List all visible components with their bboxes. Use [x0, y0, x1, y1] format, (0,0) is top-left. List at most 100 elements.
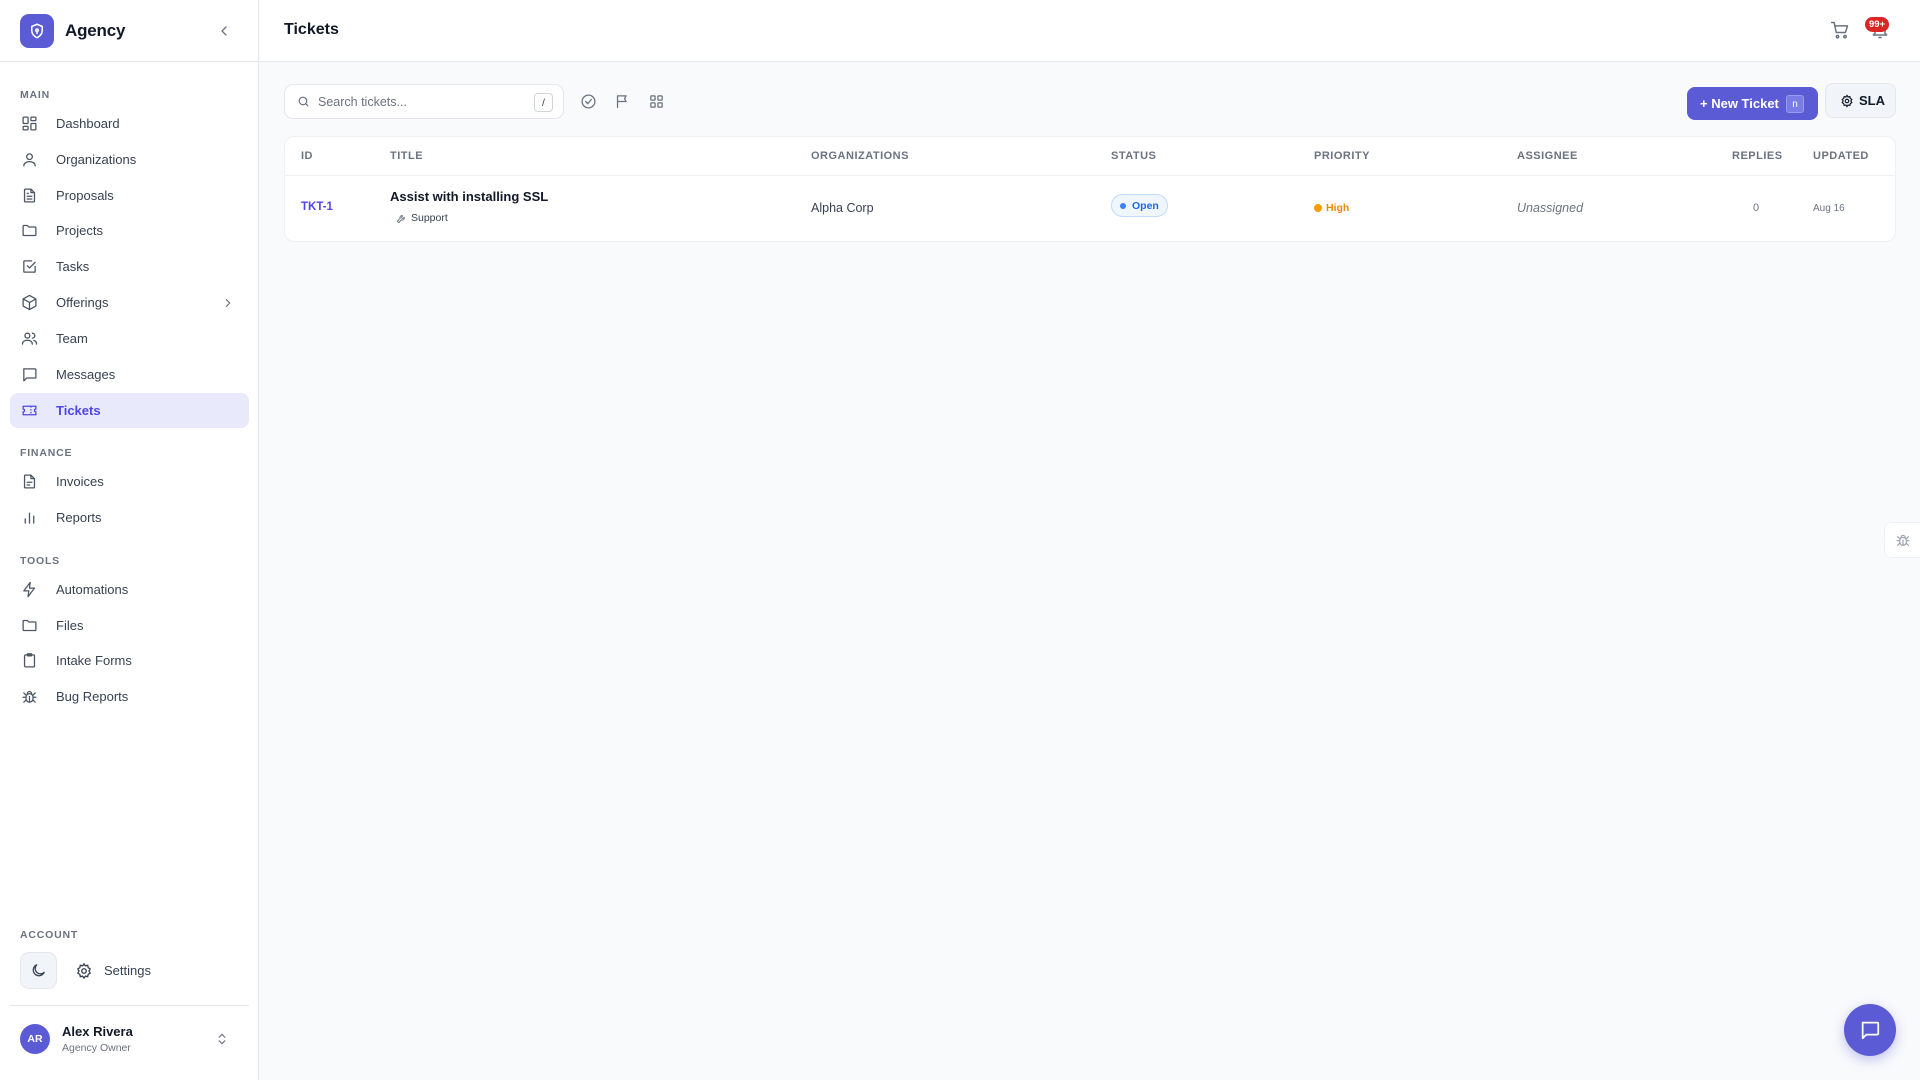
column-header-title[interactable]: TITLE	[390, 150, 423, 162]
bug-icon	[1895, 532, 1911, 548]
user-role: Agency Owner	[62, 1042, 131, 1054]
user-icon	[20, 151, 38, 169]
sla-label: SLA	[1859, 93, 1885, 108]
priority-label: High	[1326, 202, 1350, 214]
package-icon	[20, 294, 38, 312]
priority-indicator: High	[1314, 202, 1349, 214]
sidebar-item-team[interactable]: Team	[10, 321, 249, 356]
search-icon	[297, 95, 310, 108]
sidebar-item-label: Automations	[56, 582, 129, 597]
document-icon	[20, 187, 38, 205]
top-bar: Tickets 99+	[260, 0, 1920, 62]
sidebar-item-invoices[interactable]: Invoices	[10, 464, 249, 499]
grid-view-icon[interactable]	[648, 93, 665, 110]
chevron-right-icon	[221, 296, 235, 310]
collapse-sidebar-icon[interactable]	[216, 23, 232, 39]
column-header-id[interactable]: ID	[301, 150, 313, 162]
column-header-priority[interactable]: PRIORITY	[1314, 150, 1370, 162]
section-label-main: MAIN	[20, 89, 51, 101]
new-ticket-button[interactable]: + New Ticket n	[1687, 87, 1818, 120]
settings-label: Settings	[104, 963, 151, 978]
flag-filter-icon[interactable]	[614, 93, 631, 110]
sidebar-item-label: Dashboard	[56, 116, 120, 131]
ticket-title[interactable]: Assist with installing SSL	[390, 189, 548, 204]
users-icon	[20, 330, 38, 348]
new-ticket-label: + New Ticket	[1700, 96, 1779, 111]
sidebar-item-label: Intake Forms	[56, 653, 132, 668]
chevron-up-down-icon	[215, 1031, 229, 1047]
section-label-finance: FINANCE	[20, 447, 73, 459]
message-icon	[20, 366, 38, 384]
sidebar-item-reports[interactable]: Reports	[10, 500, 249, 535]
clipboard-icon	[20, 652, 38, 670]
avatar: AR	[20, 1024, 50, 1054]
search-input[interactable]	[318, 94, 518, 109]
sidebar-item-label: Reports	[56, 510, 102, 525]
chat-button[interactable]	[1844, 1004, 1896, 1056]
notification-badge: 99+	[1865, 17, 1890, 32]
folder-icon	[20, 222, 38, 240]
sidebar-item-label: Team	[56, 331, 88, 346]
status-dot	[1120, 202, 1126, 209]
new-ticket-shortcut-hint: n	[1786, 95, 1804, 113]
ticket-updated: Aug 16	[1813, 203, 1845, 214]
ticket-organization: Alpha Corp	[811, 201, 874, 215]
gear-icon	[75, 962, 93, 980]
column-header-updated[interactable]: UPDATED	[1813, 150, 1869, 162]
sidebar-item-organizations[interactable]: Organizations	[10, 142, 249, 177]
moon-icon	[30, 962, 47, 979]
sidebar-item-offerings[interactable]: Offerings	[10, 285, 249, 320]
section-label-account: ACCOUNT	[20, 929, 79, 941]
page-title: Tickets	[284, 21, 339, 38]
ticket-id-link[interactable]: TKT-1	[301, 201, 333, 213]
table-row[interactable]: TKT-1 Assist with installing SSL Support…	[285, 176, 1895, 243]
sidebar-item-label: Tickets	[56, 403, 101, 418]
sla-settings-button[interactable]: SLA	[1825, 83, 1896, 118]
tickets-table: ID TITLE ORGANIZATIONS STATUS PRIORITY A…	[284, 136, 1896, 242]
report-bug-button[interactable]	[1884, 522, 1920, 558]
ticket-replies: 0	[1753, 202, 1760, 214]
sidebar-item-tasks[interactable]: Tasks	[10, 249, 249, 284]
bug-icon	[20, 688, 38, 706]
cart-icon[interactable]	[1830, 20, 1850, 40]
status-badge: Open	[1111, 194, 1168, 217]
ticket-category-label: Support	[411, 212, 448, 224]
shield-logo-icon	[20, 13, 54, 48]
sidebar-item-label: Bug Reports	[56, 689, 129, 704]
account-row: Settings	[20, 952, 151, 989]
sidebar-item-projects[interactable]: Projects	[10, 213, 249, 248]
sidebar: Agency MAIN Dashboard Organizations Prop…	[0, 0, 259, 1080]
bolt-icon	[20, 581, 38, 599]
sidebar-item-label: Files	[56, 618, 84, 633]
column-header-organizations[interactable]: ORGANIZATIONS	[811, 150, 909, 162]
sidebar-item-intake-forms[interactable]: Intake Forms	[10, 643, 249, 678]
check-circle-filter-icon[interactable]	[580, 93, 597, 110]
user-name: Alex Rivera	[62, 1024, 133, 1039]
chat-icon	[1859, 1019, 1881, 1041]
sidebar-item-label: Proposals	[56, 188, 114, 203]
column-header-status[interactable]: STATUS	[1111, 150, 1156, 162]
sidebar-item-files[interactable]: Files	[10, 608, 249, 643]
sidebar-item-tickets[interactable]: Tickets	[10, 393, 249, 428]
invoice-icon	[20, 473, 38, 491]
column-header-replies[interactable]: REPLIES	[1732, 150, 1783, 162]
column-header-assignee[interactable]: ASSIGNEE	[1517, 150, 1578, 162]
sidebar-item-label: Organizations	[56, 152, 137, 167]
sidebar-item-label: Invoices	[56, 474, 104, 489]
dashboard-icon	[20, 115, 38, 133]
folder-icon	[20, 617, 38, 635]
user-menu[interactable]: AR Alex Rivera Agency Owner	[10, 1014, 249, 1064]
sidebar-item-label: Messages	[56, 367, 116, 382]
wrench-icon	[396, 213, 407, 224]
sidebar-item-label: Projects	[56, 223, 103, 238]
sidebar-item-automations[interactable]: Automations	[10, 572, 249, 607]
sidebar-item-label: Tasks	[56, 259, 90, 274]
sidebar-item-dashboard[interactable]: Dashboard	[10, 106, 249, 141]
theme-toggle-button[interactable]	[20, 952, 57, 989]
sidebar-item-bug-reports[interactable]: Bug Reports	[10, 679, 249, 714]
sidebar-item-proposals[interactable]: Proposals	[10, 178, 249, 213]
gear-icon	[1840, 93, 1854, 108]
settings-button[interactable]: Settings	[75, 962, 151, 980]
sidebar-item-messages[interactable]: Messages	[10, 357, 249, 392]
bar-chart-icon	[20, 509, 38, 527]
